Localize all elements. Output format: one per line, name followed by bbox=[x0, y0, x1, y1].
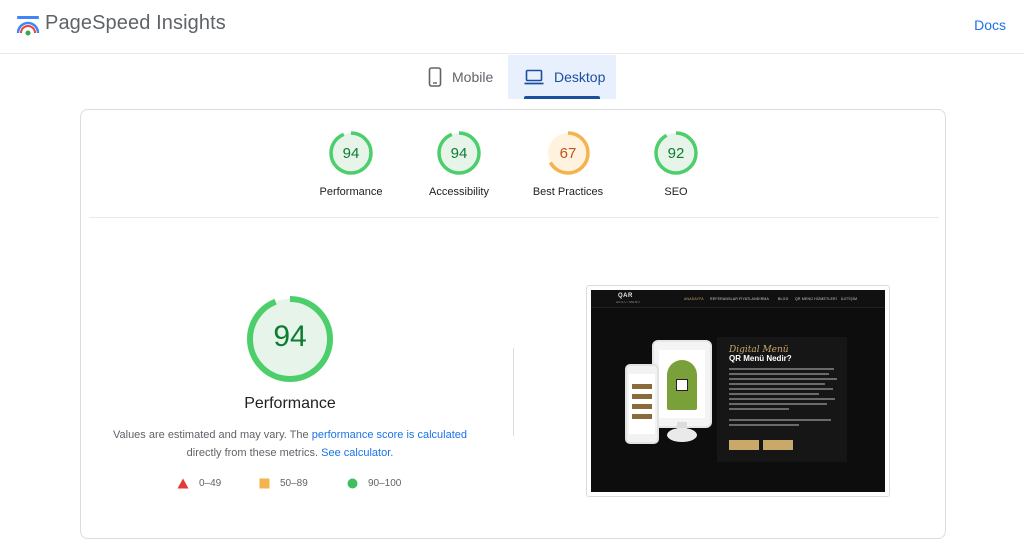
screenshot-brand: QAR bbox=[618, 293, 633, 299]
report-card: 94 Performance 94 Accessibility 67 Best … bbox=[80, 109, 946, 539]
gauge-performance-score: 94 bbox=[342, 145, 360, 162]
screenshot-navbar: QAR AKILLI MENÜ ANASAYFA REFERANSLAR FİY… bbox=[591, 290, 885, 308]
triangle-icon bbox=[177, 478, 189, 489]
legend-average: 50–89 bbox=[259, 478, 308, 489]
gauges-divider bbox=[89, 217, 939, 218]
app-title: PageSpeed Insights bbox=[45, 12, 226, 34]
tab-desktop-label: Desktop bbox=[554, 69, 606, 85]
screenshot-nav-item: FİYATLANDIRMA bbox=[739, 297, 770, 301]
gauge-best-practices[interactable]: 67 Best Practices bbox=[513, 130, 623, 198]
screenshot-nav-item: ANASAYFA bbox=[684, 297, 704, 301]
legend-average-range: 50–89 bbox=[280, 478, 308, 489]
performance-big-score: 94 bbox=[273, 320, 307, 353]
gauge-accessibility-score: 94 bbox=[450, 145, 468, 162]
pagespeed-logo-icon bbox=[16, 16, 40, 36]
screenshot-phone bbox=[625, 364, 659, 444]
screenshot-button bbox=[729, 440, 759, 450]
note-prefix: Values are estimated and may vary. The bbox=[112, 429, 309, 441]
section-divider bbox=[513, 348, 514, 436]
screenshot-hero-panel: Digital Menü QR Menü Nedir? bbox=[717, 337, 847, 462]
performance-big-label: Performance bbox=[244, 395, 336, 412]
tab-desktop[interactable]: Desktop bbox=[508, 55, 616, 99]
gauge-performance[interactable]: 94 Performance bbox=[296, 130, 406, 198]
screenshot-nav-item: BLOG bbox=[778, 297, 789, 301]
screenshot-nav-item: İLETİŞİM bbox=[841, 297, 858, 301]
circle-icon bbox=[347, 478, 358, 489]
docs-link[interactable]: Docs bbox=[974, 17, 1006, 33]
tab-mobile-label: Mobile bbox=[452, 69, 494, 85]
legend-pass-range: 90–100 bbox=[368, 478, 402, 489]
score-legend: 0–49 50–89 90–100 bbox=[177, 478, 417, 494]
screenshot-nav-item: QR MENÜ HİZMETLERİ bbox=[795, 297, 837, 301]
gauge-best-practices-label: Best Practices bbox=[532, 186, 604, 198]
screenshot-heading: QR Menü Nedir? bbox=[729, 354, 792, 363]
gauge-seo-label: SEO bbox=[664, 186, 688, 198]
gauge-performance-label: Performance bbox=[319, 186, 383, 198]
screenshot-button bbox=[763, 440, 793, 450]
tab-mobile[interactable]: Mobile bbox=[412, 55, 508, 99]
screenshot-nav-item: REFERANSLAR bbox=[710, 297, 739, 301]
screenshot-brand-sub: AKILLI MENÜ bbox=[616, 300, 641, 304]
page-screenshot-image: QAR AKILLI MENÜ ANASAYFA REFERANSLAR FİY… bbox=[591, 290, 885, 492]
screenshot-stand bbox=[667, 428, 697, 442]
gauge-accessibility[interactable]: 94 Accessibility bbox=[404, 130, 514, 198]
note-mid: directly from these metrics. bbox=[186, 447, 319, 459]
smartphone-icon bbox=[428, 67, 442, 87]
category-gauges: 94 Performance 94 Accessibility 67 Best … bbox=[81, 130, 947, 220]
qr-code-icon bbox=[676, 379, 688, 391]
gauge-accessibility-label: Accessibility bbox=[429, 186, 489, 198]
legend-pass: 90–100 bbox=[347, 478, 401, 489]
square-icon bbox=[259, 478, 270, 489]
performance-score-link[interactable]: performance score is calculated bbox=[312, 429, 467, 441]
screenshot-tablet bbox=[652, 340, 712, 428]
app-header: PageSpeed Insights Docs bbox=[0, 0, 1024, 54]
legend-fail: 0–49 bbox=[177, 478, 221, 489]
see-calculator-link[interactable]: See calculator. bbox=[321, 447, 393, 459]
gauge-seo-score: 92 bbox=[667, 145, 685, 162]
laptop-icon bbox=[524, 69, 544, 85]
gauge-seo[interactable]: 92 SEO bbox=[621, 130, 731, 198]
gauge-best-practices-score: 67 bbox=[559, 145, 577, 162]
legend-fail-range: 0–49 bbox=[199, 478, 222, 489]
page-screenshot[interactable]: QAR AKILLI MENÜ ANASAYFA REFERANSLAR FİY… bbox=[586, 285, 890, 497]
performance-note: Values are estimated and may vary. The p… bbox=[101, 426, 479, 462]
